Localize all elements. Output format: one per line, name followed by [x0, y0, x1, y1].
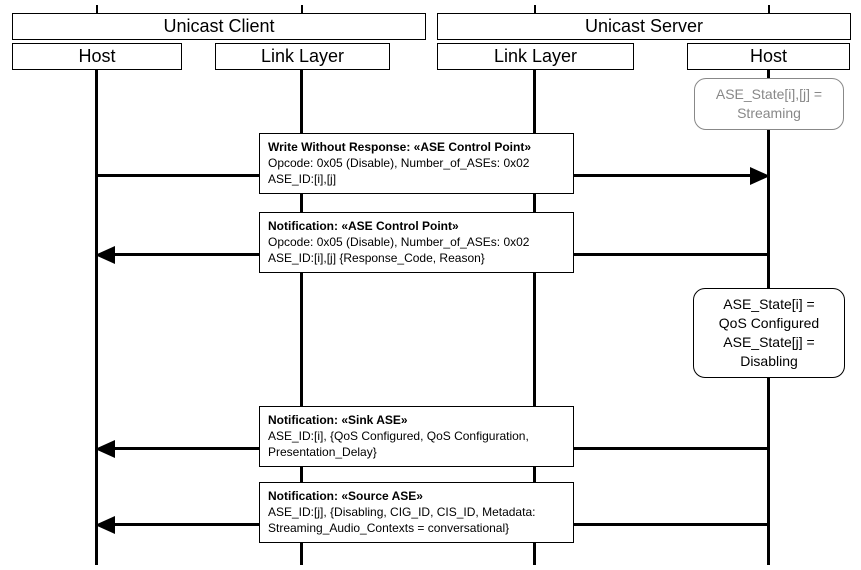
initial-state-l2: Streaming	[737, 105, 801, 121]
msg4-box: Notification: «Source ASE» ASE_ID:[j], {…	[259, 482, 574, 543]
server-ll-label: Link Layer	[494, 46, 577, 67]
client-ll-label: Link Layer	[261, 46, 344, 67]
state-after-l1: ASE_State[i] =	[723, 296, 814, 312]
state-after: ASE_State[i] = QoS Configured ASE_State[…	[693, 288, 845, 378]
initial-state-l1: ASE_State[i],[j] =	[716, 86, 822, 102]
msg1-l2: ASE_ID:[i],[j]	[268, 172, 336, 186]
server-ll-header: Link Layer	[437, 43, 634, 70]
state-after-l4: Disabling	[740, 353, 798, 369]
msg1-title: Write Without Response: «ASE Control Poi…	[268, 140, 531, 154]
server-host-header: Host	[687, 43, 850, 70]
msg2-l2: ASE_ID:[i],[j] {Response_Code, Reason}	[268, 251, 485, 265]
msg3-l2: Presentation_Delay}	[268, 445, 377, 459]
msg4-title: Notification: «Source ASE»	[268, 489, 423, 503]
client-host-label: Host	[78, 46, 115, 67]
msg3-title: Notification: «Sink ASE»	[268, 413, 408, 427]
msg2-box: Notification: «ASE Control Point» Opcode…	[259, 212, 574, 273]
client-ll-header: Link Layer	[215, 43, 390, 70]
server-group-header: Unicast Server	[437, 13, 851, 40]
state-after-l3: ASE_State[j] =	[723, 334, 814, 350]
msg2-l1: Opcode: 0x05 (Disable), Number_of_ASEs: …	[268, 235, 529, 249]
msg1-l1: Opcode: 0x05 (Disable), Number_of_ASEs: …	[268, 156, 529, 170]
initial-state: ASE_State[i],[j] = Streaming	[694, 78, 844, 130]
msg4-l1: ASE_ID:[j], {Disabling, CIG_ID, CIS_ID, …	[268, 505, 535, 519]
client-group-label: Unicast Client	[163, 16, 274, 37]
msg4-l2: Streaming_Audio_Contexts = conversationa…	[268, 521, 509, 535]
msg3-box: Notification: «Sink ASE» ASE_ID:[i], {Qo…	[259, 406, 574, 467]
msg3-l1: ASE_ID:[i], {QoS Configured, QoS Configu…	[268, 429, 529, 443]
server-group-label: Unicast Server	[585, 16, 703, 37]
client-host-header: Host	[12, 43, 182, 70]
sequence-diagram: Unicast Client Unicast Server Host Link …	[5, 5, 855, 565]
client-group-header: Unicast Client	[12, 13, 426, 40]
msg1-box: Write Without Response: «ASE Control Poi…	[259, 133, 574, 194]
state-after-l2: QoS Configured	[719, 315, 819, 331]
msg2-title: Notification: «ASE Control Point»	[268, 219, 459, 233]
server-host-label: Host	[750, 46, 787, 67]
client-host-lifeline	[95, 70, 98, 565]
